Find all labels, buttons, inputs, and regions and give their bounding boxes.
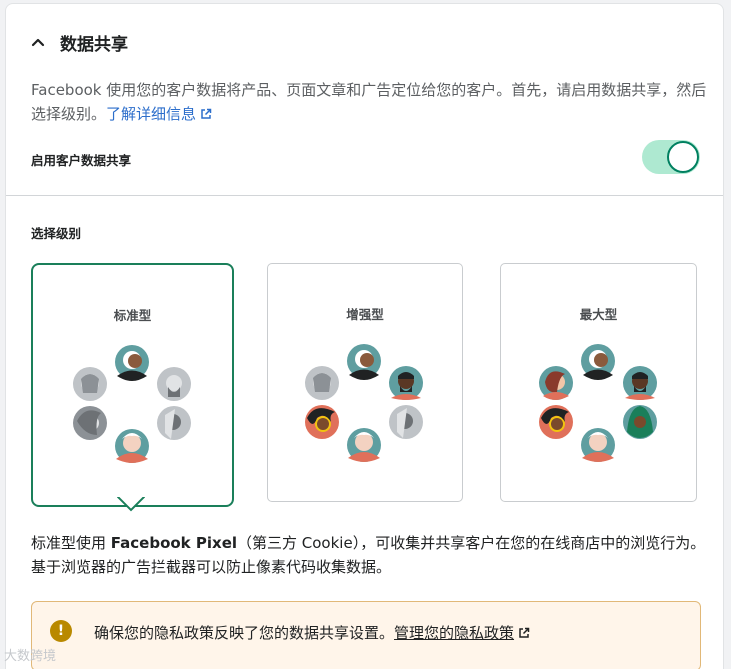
chevron-up-icon[interactable] [30,34,46,50]
people-illustration-enhanced [305,344,423,462]
level-label-enhanced: 增强型 [346,307,384,322]
description: Facebook 使用您的客户数据将产品、页面文章和广告定位给您的客户。首先，请… [31,78,711,127]
section-header[interactable]: 数据共享 [30,28,128,56]
person-icon [538,405,573,439]
people-illustration-maximum [538,344,657,462]
person-icon [622,405,657,439]
person-icon [538,366,573,400]
manage-privacy-policy-label: 管理您的隐私政策 [394,624,515,642]
person-icon [347,428,381,462]
watermark: 大数跨境 [4,649,57,664]
level-explanation: 标准型使用 Facebook Pixel（第三方 Cookie），可收集并共享客… [31,531,711,579]
selection-pointer [117,496,145,512]
external-link-icon [518,625,530,643]
person-icon [305,366,339,400]
warning-text: 确保您的隐私政策反映了您的数据共享设置。 [94,624,395,642]
explain-prefix: 标准型使用 [31,534,111,552]
privacy-warning-banner: ! 确保您的隐私政策反映了您的数据共享设置。管理您的隐私政策 [31,601,701,669]
level-label-maximum: 最大型 [579,307,618,322]
level-label-standard: 标准型 [113,308,152,323]
data-sharing-panel: 数据共享 Facebook 使用您的客户数据将产品、页面文章和广告定位给您的客户… [5,3,724,669]
people-illustration-standard [72,345,191,463]
person-icon [389,366,423,400]
warning-text-container: 确保您的隐私政策反映了您的数据共享设置。管理您的隐私政策 [94,622,530,643]
toggle-label: 启用客户数据共享 [31,153,132,168]
person-icon [156,406,191,440]
data-sharing-toggle[interactable] [642,140,700,174]
warning-icon: ! [50,620,72,642]
toggle-knob [667,141,699,173]
person-icon [72,406,107,440]
person-icon [305,405,339,439]
explain-bold: Facebook Pixel [110,534,238,552]
external-link-icon [200,103,212,127]
section-title: 数据共享 [60,34,128,55]
level-title: 选择级别 [31,226,82,241]
person-icon [580,428,615,462]
level-card-standard[interactable]: 标准型 [31,263,234,507]
person-icon [72,367,107,401]
manage-privacy-policy-link[interactable]: 管理您的隐私政策 [394,624,514,642]
level-card-maximum[interactable]: 最大型 [500,263,697,502]
level-card-enhanced[interactable]: 增强型 [267,263,463,502]
learn-more-label: 了解详细信息 [106,105,197,123]
person-icon [347,344,381,380]
person-icon [580,344,615,380]
person-icon [114,429,149,463]
person-icon [389,405,423,439]
person-icon [114,345,149,381]
learn-more-link[interactable]: 了解详细信息 [106,105,212,123]
divider [6,195,723,196]
person-icon [156,367,191,401]
person-icon [622,366,657,400]
